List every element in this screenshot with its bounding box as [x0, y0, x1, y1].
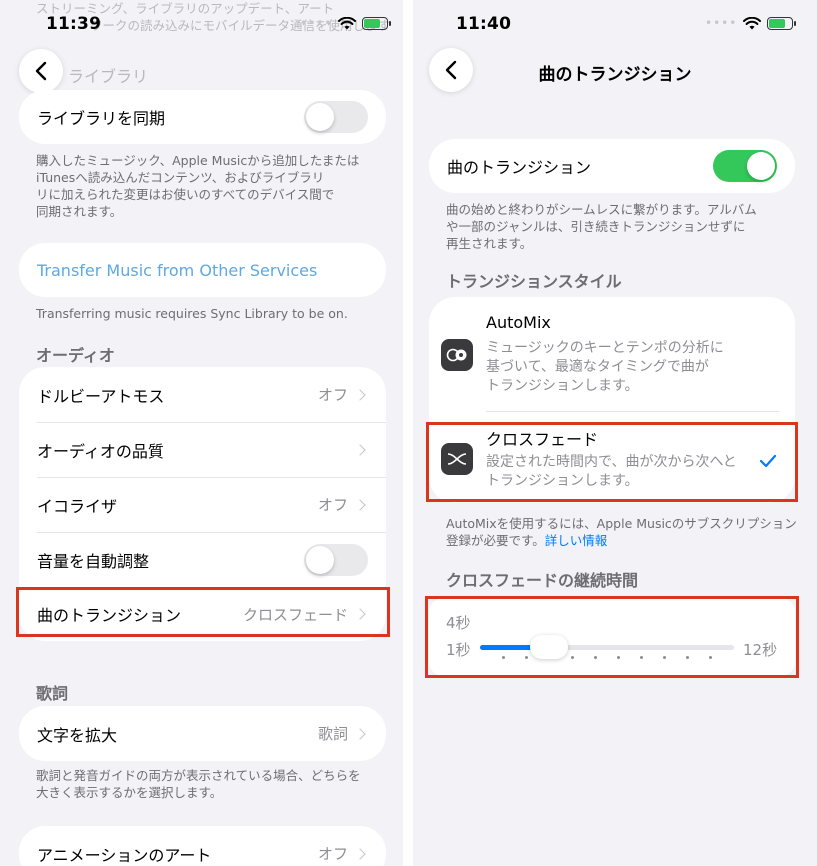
status-time: 11:39 [46, 14, 102, 34]
library-header: ライブラリ [68, 67, 149, 86]
automix-option[interactable]: AutoMix ミュージックのキーとテンポの分析に 基づいて、最適なタイミングで… [429, 297, 795, 411]
sync-library-card: ライブラリを同期 [19, 90, 386, 144]
transition-toggle-label: 曲のトランジション [447, 158, 592, 177]
transition-toggle-row: 曲のトランジション [429, 139, 795, 193]
equalizer-label: イコライザ [37, 496, 118, 516]
dolby-atmos-value: オフ [317, 386, 348, 404]
automix-note: AutoMixを使用するには、Apple Musicのサブスクリプション 登録が… [446, 516, 797, 548]
chevron-right-icon [354, 443, 366, 456]
equalizer-row[interactable]: イコライザ オフ [19, 477, 386, 532]
style-header: トランジションスタイル [446, 272, 622, 291]
status-icons: •••• [705, 16, 797, 30]
transition-toggle-card: 曲のトランジション [429, 139, 795, 193]
chevron-right-icon [354, 847, 366, 860]
enlarge-text-label: 文字を拡大 [37, 725, 118, 745]
audio-quality-row[interactable]: オーディオの品質 [19, 422, 386, 477]
highlight-box [426, 422, 798, 502]
animated-art-row[interactable]: アニメーションのアート オフ [19, 826, 386, 866]
lyrics-header: 歌詞 [36, 684, 69, 703]
automix-description: ミュージックのキーとテンポの分析に 基づいて、最適なタイミングで曲が トランジシ… [486, 340, 724, 394]
transition-toggle[interactable] [713, 150, 777, 182]
lyrics-card: 文字を拡大 歌詞 [19, 706, 386, 761]
status-time: 11:40 [456, 14, 512, 34]
audio-quality-label: オーディオの品質 [37, 441, 164, 461]
back-button[interactable] [19, 49, 63, 93]
animation-card: アニメーションのアート オフ [19, 826, 386, 866]
chevron-left-icon [35, 61, 47, 81]
sync-library-label: ライブラリを同期 [37, 109, 166, 128]
transfer-footnote: Transferring music requires Sync Library… [36, 306, 348, 321]
signal-icon: •••• [705, 16, 738, 30]
duration-header: クロスフェードの継続時間 [446, 571, 639, 590]
animated-art-label: アニメーションのアート [37, 845, 212, 865]
chevron-right-icon [354, 727, 366, 740]
sync-footnote: 購入したミュージック、Apple Musicから追加したまたは iTunesへ読… [36, 153, 360, 219]
auto-volume-toggle[interactable] [304, 543, 368, 576]
sync-library-toggle[interactable] [304, 101, 368, 133]
lyrics-footnote: 歌詞と発音ガイドの両方が表示されている場合、どちらを 大きく表示するかを選択しま… [36, 768, 361, 800]
dolby-atmos-label: ドルビーアトモス [37, 386, 165, 406]
auto-volume-label: 音量を自動調整 [37, 551, 150, 571]
enlarge-text-row[interactable]: 文字を拡大 歌詞 [19, 706, 386, 761]
transition-footnote: 曲の始めと終わりがシームレスに繋がります。アルバム や一部のジャンルは、引き続き… [446, 202, 757, 251]
audio-header: オーディオ [36, 346, 115, 365]
left-screen: ストリーミング、ライブラリのアップデート、アート ワークの読み込みにモバイルデー… [0, 0, 403, 866]
automix-title: AutoMix [486, 313, 551, 332]
status-icons: •••• [300, 16, 392, 30]
transfer-music-button[interactable]: Transfer Music from Other Services [19, 243, 386, 297]
automix-icon [441, 339, 473, 371]
battery-charging-icon [767, 16, 797, 30]
battery-charging-icon [362, 16, 392, 30]
sync-library-row: ライブラリを同期 [19, 90, 386, 144]
nav-title: 曲のトランジション [538, 65, 692, 85]
wifi-icon [743, 16, 762, 29]
chevron-right-icon [354, 388, 366, 401]
enlarge-text-value: 歌詞 [317, 725, 348, 743]
highlight-box [16, 587, 390, 637]
animated-art-value: オフ [317, 845, 348, 863]
dolby-atmos-row[interactable]: ドルビーアトモス オフ [19, 367, 386, 422]
chevron-right-icon [354, 498, 366, 511]
learn-more-link[interactable]: 詳しい情報 [545, 533, 608, 548]
auto-volume-row: 音量を自動調整 [19, 532, 386, 587]
right-screen: 11:40 •••• 曲のトランジション 曲のトランジション 曲の始めと終わりが… [413, 0, 817, 866]
equalizer-value: オフ [317, 496, 348, 514]
transfer-card: Transfer Music from Other Services [19, 243, 386, 297]
signal-icon: •••• [300, 16, 333, 30]
highlight-box [425, 596, 799, 678]
wifi-icon [338, 16, 357, 29]
